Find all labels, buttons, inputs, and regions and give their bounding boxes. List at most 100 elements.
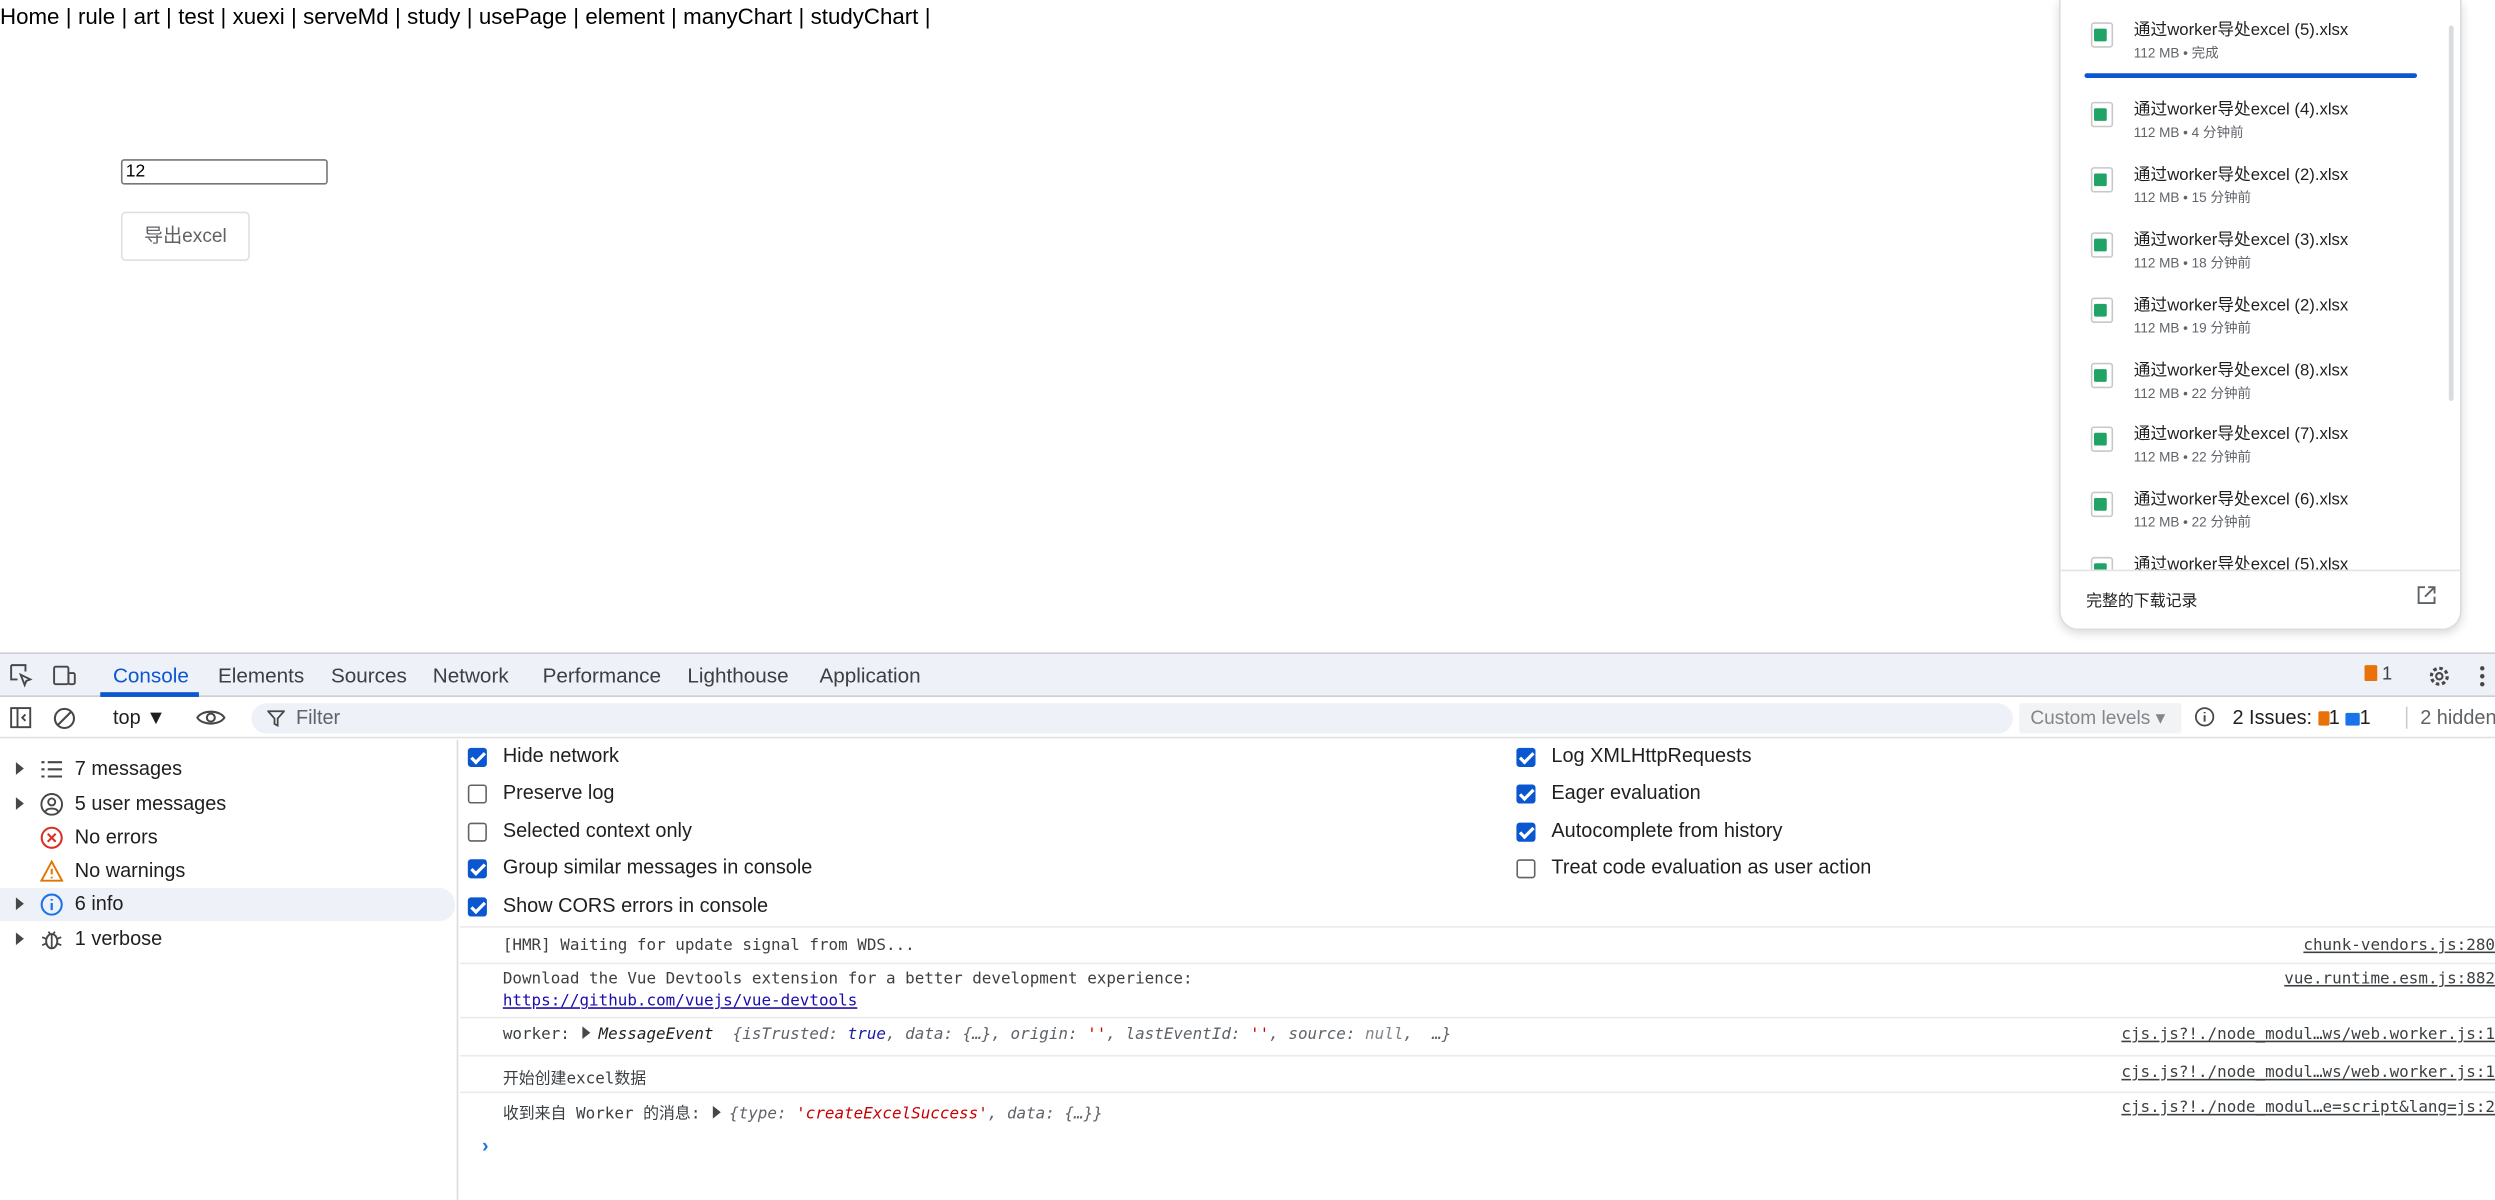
log-source-link[interactable]: chunk-vendors.js:280 — [2303, 937, 2495, 955]
checkbox[interactable] — [467, 859, 487, 879]
user-icon — [40, 793, 64, 816]
log-message[interactable]: worker: MessageEvent {isTrusted: true, da… — [503, 1026, 1451, 1044]
nav-separator: | — [924, 3, 931, 29]
tab-lighthouse[interactable]: Lighthouse — [687, 664, 788, 688]
log-levels-dropdown[interactable]: Custom levels ▾ — [2019, 703, 2182, 734]
tab-performance[interactable]: Performance — [543, 664, 661, 688]
filter-input[interactable]: Filter — [251, 703, 2013, 734]
expand-arrow-icon[interactable] — [713, 1105, 722, 1119]
expand-arrow-icon[interactable] — [582, 1026, 591, 1040]
tab-console[interactable]: Console — [113, 664, 189, 688]
console-prompt-icon[interactable]: › — [482, 1135, 488, 1157]
nav-link-element[interactable]: element — [585, 3, 664, 28]
context-selector[interactable]: top ▼ — [113, 706, 166, 728]
issues-counter[interactable]: 1 — [2364, 665, 2392, 684]
error-icon — [40, 826, 63, 849]
warning-badge-icon — [2317, 711, 2329, 726]
downloads-list: 通过worker导处excel (5).xlsx 112 MB • 完成 通过wor… — [2061, 0, 2443, 570]
log-row-recv: 收到来自 Worker 的消息: {type: 'createExcelSucce… — [459, 1091, 2495, 1129]
gear-icon[interactable] — [2427, 664, 2452, 689]
eye-icon[interactable] — [196, 706, 226, 728]
expand-arrow-icon[interactable] — [15, 762, 24, 775]
download-item[interactable]: 通过worker导处excel (2).xlsx 112 MB • 19 分钟前 — [2061, 283, 2443, 348]
quantity-input[interactable] — [120, 159, 328, 185]
log-source-link[interactable]: cjs.js?!./node_modul…ws/web.worker.js:1 — [2121, 1026, 2495, 1044]
nav-separator: | — [573, 3, 580, 29]
nav-link-servemd[interactable]: serveMd — [303, 3, 388, 28]
log-source-link[interactable]: cjs.js?!./node_modul…ws/web.worker.js:1 — [2121, 1065, 2495, 1083]
checkbox[interactable] — [1516, 822, 1536, 842]
inspect-element-icon[interactable] — [10, 664, 34, 688]
download-filename: 通过worker导处excel (3).xlsx — [2133, 230, 2349, 250]
download-item[interactable]: 通过worker导处excel (8).xlsx 112 MB • 22 分钟前 — [2061, 348, 2443, 413]
sidebar-item-bug[interactable]: 1 verbose — [0, 923, 455, 956]
setting-label: Selected context only — [502, 819, 692, 842]
vue-devtools-link[interactable]: https://github.com/vuejs/vue-devtools — [503, 993, 857, 1011]
downloads-scrollbar[interactable] — [2448, 25, 2454, 401]
issues-summary[interactable]: 2 Issues: 1 1 — [2232, 706, 2370, 728]
expand-arrow-icon[interactable] — [15, 897, 24, 911]
sidebar-item-warning[interactable]: No warnings — [0, 854, 455, 887]
log-source-link[interactable]: cjs.js?!./node_modul…e=script&lang=js:2 — [2121, 1100, 2495, 1118]
tab-application[interactable]: Application — [819, 664, 920, 688]
full-download-history-link[interactable]: 完整的下载记录 — [2060, 569, 2460, 629]
log-message: [HMR] Waiting for update signal from WDS… — [502, 937, 915, 955]
sidebar-item-user[interactable]: 5 user messages — [0, 788, 455, 821]
sidebar-toggle-icon[interactable] — [10, 706, 32, 729]
console-main: Hide network Preserve log Selected context… — [459, 740, 2495, 1200]
excel-file-icon — [2090, 426, 2114, 452]
info-icon — [40, 893, 63, 916]
nav-link-studychart[interactable]: studyChart — [811, 3, 919, 28]
nav-link-study[interactable]: study — [407, 3, 460, 28]
download-item[interactable]: 通过worker导处excel (2).xlsx 112 MB • 15 分钟前 — [2061, 153, 2443, 218]
recv-label: 收到来自 Worker 的消息: — [502, 1105, 701, 1124]
download-item[interactable]: 通过worker导处excel (7).xlsx 112 MB • 22 分钟前 — [2061, 412, 2443, 477]
download-item[interactable]: 通过worker导处excel (4).xlsx 112 MB • 4 分钟前 — [2061, 88, 2443, 153]
download-item[interactable]: 通过worker导处excel (6).xlsx 112 MB • 22 分钟前 — [2061, 477, 2443, 542]
download-item[interactable]: 通过worker导处excel (3).xlsx 112 MB • 18 分钟前 — [2061, 218, 2443, 283]
download-filename: 通过worker导处excel (8).xlsx — [2133, 361, 2349, 381]
device-toolbar-icon[interactable] — [53, 664, 77, 688]
checkbox[interactable] — [1516, 859, 1536, 879]
excel-file-icon — [2090, 556, 2114, 570]
expand-arrow-icon[interactable] — [15, 797, 24, 810]
nav-separator: | — [466, 3, 473, 29]
more-vertical-icon[interactable] — [2474, 664, 2490, 689]
checkbox[interactable] — [1516, 784, 1536, 804]
nav-separator: | — [798, 3, 805, 29]
log-message[interactable]: 收到来自 Worker 的消息: {type: 'createExcelSucce… — [502, 1100, 1103, 1124]
nav-link-art[interactable]: art — [134, 3, 160, 28]
nav-link-manychart[interactable]: manyChart — [683, 3, 792, 28]
tab-elements[interactable]: Elements — [218, 664, 304, 688]
nav-link-test[interactable]: test — [178, 3, 214, 28]
setting-label: Treat code evaluation as user action — [1551, 856, 1872, 879]
tab-sources[interactable]: Sources — [331, 664, 407, 688]
checkbox[interactable] — [467, 897, 487, 917]
nav-link-usepage[interactable]: usePage — [479, 3, 567, 28]
log-source-link[interactable]: vue.runtime.esm.js:882 — [2284, 971, 2495, 989]
issues-warn-count: 1 — [2328, 706, 2340, 729]
sidebar-item-info[interactable]: 6 info — [0, 887, 456, 922]
checkbox[interactable] — [467, 822, 487, 842]
log-row-create: 开始创建excel数据 cjs.js?!./node_modul…ws/web.… — [459, 1054, 2495, 1092]
filter-placeholder: Filter — [295, 706, 341, 729]
download-item[interactable]: 通过worker导处excel (5).xlsx 112 MB • 完成 — [2061, 8, 2443, 73]
checkbox[interactable] — [1516, 747, 1536, 767]
clear-console-icon[interactable] — [53, 706, 77, 730]
nav-link-xuexi[interactable]: xuexi — [233, 3, 285, 28]
setting-label: Eager evaluation — [1551, 781, 1701, 804]
console-toolbar: top ▼ Filter Custom levels ▾ 2 Issues: 1… — [0, 698, 2495, 739]
nav-link-home[interactable]: Home — [0, 3, 59, 28]
sidebar-item-error[interactable]: No errors — [0, 821, 455, 854]
checkbox[interactable] — [467, 747, 487, 767]
log-row-vue: Download the Vue Devtools extension for … — [459, 962, 2495, 1017]
expand-arrow-icon[interactable] — [15, 932, 24, 946]
export-excel-button[interactable]: 导出excel — [120, 211, 250, 261]
nav-link-rule[interactable]: rule — [78, 3, 115, 28]
sidebar-item-list[interactable]: 7 messages — [0, 753, 455, 786]
checkbox[interactable] — [467, 784, 487, 804]
download-meta: 112 MB • 22 分钟前 — [2133, 513, 2252, 530]
open-external-icon[interactable] — [2417, 586, 2436, 605]
download-item[interactable]: 通过worker导处excel (5).xlsx — [2061, 543, 2443, 570]
tab-network[interactable]: Network — [433, 664, 509, 688]
